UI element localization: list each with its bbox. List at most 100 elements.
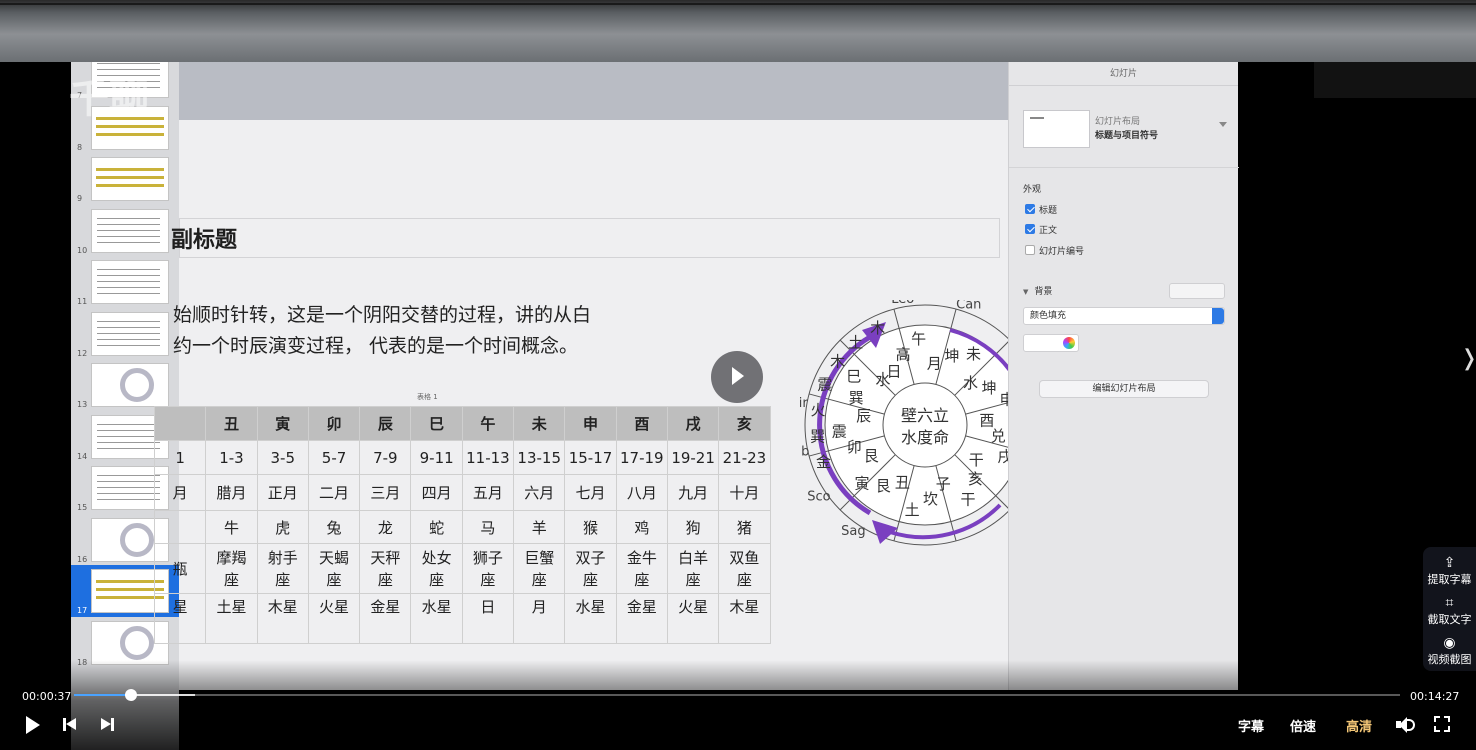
subtitle-button[interactable]: 字幕 [1238,716,1264,735]
slide-thumbnail[interactable]: 13 [71,359,179,411]
progress-bar[interactable] [74,689,1400,701]
table-header-row: 丑寅卯辰巳午未申酉戌亥 [153,406,771,441]
slide-thumbnail[interactable]: 12 [71,308,179,360]
wheel-inner-char: 申 [1000,391,1008,409]
table-cell [153,510,207,544]
table-cell: 月 [513,593,566,644]
table-cell: 13-15 [513,440,566,475]
body-line: 始顺时针转，这是一个阴阳交替的过程，讲的从白 [173,304,592,326]
wheel-inner-char: 坤 [982,379,997,397]
table-cell: 1-3 [205,440,258,475]
checkbox-slide-number[interactable]: 幻灯片编号 [1025,244,1084,257]
background-swatch[interactable] [1169,283,1225,299]
table-cell: 虎 [256,510,309,544]
table-cell: 木星 [718,593,771,644]
wheel-inner-char: 寅 [854,474,869,492]
disclosure-triangle-icon: ▼ [1023,288,1029,296]
background-heading[interactable]: ▼ 背景 [1023,284,1052,297]
slide-title: 副标题 [171,228,238,253]
wheel-inner-char: 艮 [876,477,891,495]
wheel-inner-char: 未 [966,345,981,363]
wheel-inner-char: 卯 [847,438,862,456]
table-cell: 蛇 [410,510,463,544]
capture-text-button[interactable]: ⌗ 截取文字 [1423,595,1476,627]
table-cell: 5-7 [307,440,361,475]
table-header-cell: 酉 [615,406,668,441]
thumbnail-number: 14 [77,451,88,461]
slide-thumbnail[interactable]: 11 [71,256,179,308]
checkbox-checked-icon[interactable] [1025,224,1035,234]
table-cell: 鸡 [615,510,668,544]
table-cell: 金星 [615,593,668,644]
table-cell: 马 [461,510,515,544]
table-cell: 19-21 [666,440,720,475]
tool-label: 截取文字 [1427,613,1472,626]
fill-type-select[interactable]: 颜色填充 [1023,307,1225,325]
extract-subtitle-button[interactable]: ⇪ 提取字幕 [1423,555,1476,587]
wheel-zodiac-label: Sco [807,490,830,505]
slide-layout-selector[interactable]: 幻灯片布局 标题与项目符号 [1009,92,1239,168]
wheel-inner-char: 亥 [968,470,983,488]
body-line: 约一个时辰演变过程， 代表的是一个时间概念。 [173,335,579,357]
checkbox-empty-icon[interactable] [1025,245,1035,255]
table-cell: 17-19 [615,440,668,475]
table-cell: 火星 [307,593,361,644]
wheel-zodiac-label: Leo [891,300,914,307]
wheel-zodiac-label: Vir [800,396,808,411]
quality-button[interactable]: 高清 [1346,716,1372,735]
video-top-band [0,0,1476,62]
color-wheel-icon[interactable] [1063,337,1075,349]
wheel-inner-char: 巽 [849,389,864,407]
edit-slide-layout-button[interactable]: 编辑幻灯片布局 [1039,380,1209,398]
table-cell: 水星 [410,593,463,644]
wheel-inner-char: 土 [905,501,920,519]
table-cell: 21-23 [718,440,771,475]
fullscreen-icon[interactable] [1434,716,1450,732]
wheel-zodiac-label: Lib [800,445,809,460]
wheel-inner-char: 震 [832,422,847,440]
table-cell: 日 [461,593,515,644]
table-cell: 月 [153,474,207,511]
thumbnail-number: 11 [77,297,88,306]
color-well[interactable] [1023,334,1079,352]
volume-icon[interactable] [1396,716,1416,734]
wheel-inner-char: 干 [960,490,975,508]
table-cell: 7-9 [359,440,412,475]
thumbnail-number: 8 [77,142,83,152]
checkbox-title[interactable]: 标题 [1025,203,1057,216]
video-play-overlay-button[interactable] [711,351,763,403]
play-icon [732,367,744,385]
previous-icon[interactable] [63,717,79,733]
thumbnail-preview [91,260,169,304]
table-cell: 3-5 [256,440,309,475]
wheel-outer-char: 火 [811,401,826,419]
table-cell: 木星 [256,593,309,644]
speed-button[interactable]: 倍速 [1290,716,1316,735]
layout-label: 幻灯片布局 [1095,117,1141,127]
table-cell: 双鱼座 [718,543,771,594]
chevron-down-icon[interactable] [1219,122,1227,127]
wheel-outer-char: 金 [816,453,831,471]
progress-handle[interactable] [125,689,138,701]
slide-thumbnail[interactable]: 10 [71,205,179,257]
wheel-center-text: 水度命 [901,428,949,447]
video-tools-panel: ⇪提取字幕 ⌗截取文字 ◉视频截图 [1423,547,1476,671]
play-icon[interactable] [26,716,40,734]
slide-thumbnail[interactable]: 9 [71,153,179,205]
next-icon[interactable] [100,717,116,733]
wheel-inner-char: 兑 [991,427,1006,445]
slide-body-text: 始顺时针转，这是一个阴阳交替的过程，讲的从白 约一个时辰演变过程， 代表的是一个… [173,300,653,362]
table-header-cell: 卯 [307,406,361,441]
tab-slide[interactable]: 幻灯片 [1009,62,1238,86]
wheel-inner-char: 巳 [846,368,861,386]
table-cell: 星 [153,593,207,644]
table-header-cell: 未 [513,406,566,441]
thumbnail-number: 12 [77,348,88,358]
table-header-cell: 巳 [410,406,463,441]
checkbox-body[interactable]: 正文 [1025,223,1057,236]
appearance-heading: 外观 [1023,185,1042,195]
next-page-chevron-icon[interactable]: ❭ [1460,346,1476,371]
checkbox-checked-icon[interactable] [1025,204,1035,214]
table-header-cell: 辰 [359,406,412,441]
table-cell: 9-11 [410,440,463,475]
